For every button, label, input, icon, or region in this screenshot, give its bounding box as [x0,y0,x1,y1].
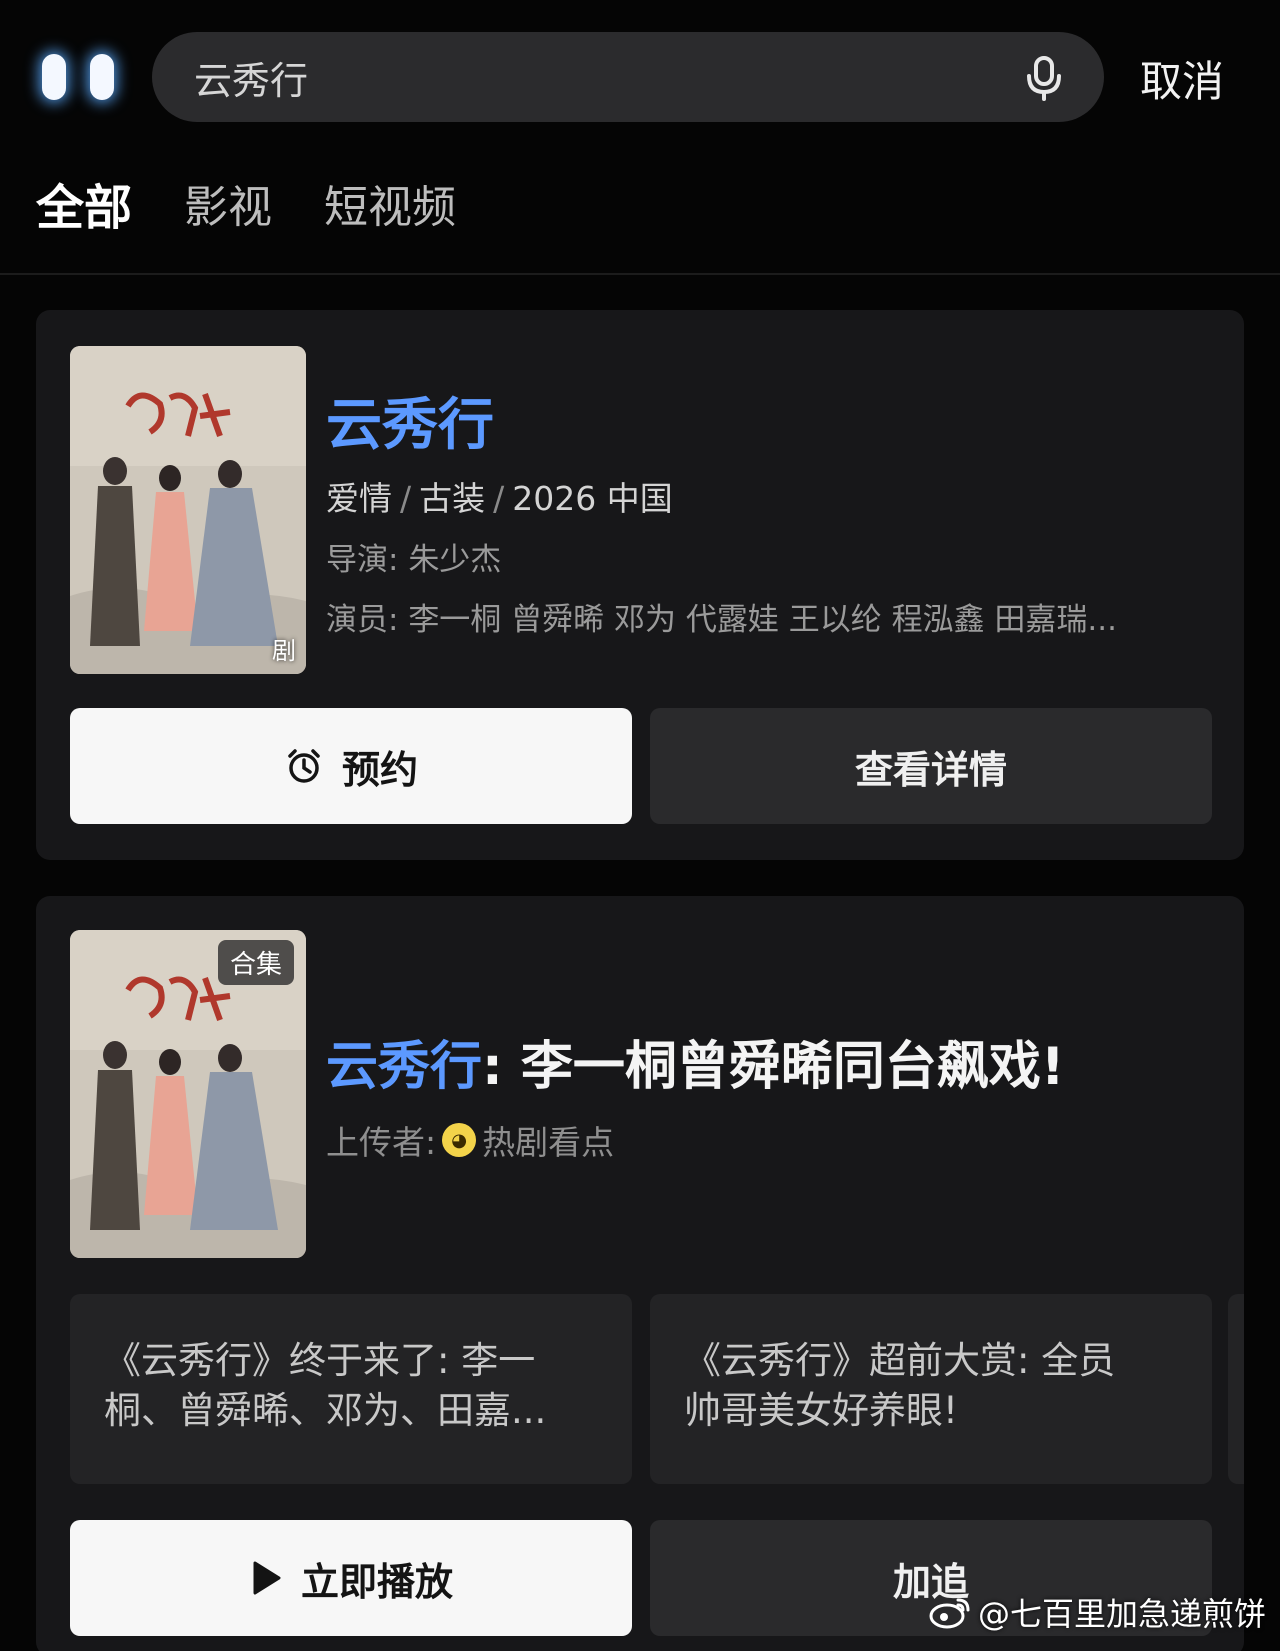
details-label: 查看详情 [854,747,1007,792]
view-details-button[interactable]: 查看详情 [650,708,1212,824]
tab-short-video[interactable]: 短视频 [324,178,456,248]
director-name: 朱少杰 [408,542,502,578]
alarm-clock-icon [284,746,324,786]
series-cast: 演员: 李一桐 曾舜晞 邓为 代露娃 王以纶 程泓鑫 田嘉瑞... [326,594,1206,639]
collection-badge: 合集 [217,940,294,985]
video-title[interactable]: 云秀行: 李一桐曾舜晞同台飙戏! [326,1024,1065,1099]
top-bar: 取消 [0,0,1280,150]
uploader-label: 上传者: [326,1123,437,1162]
app-logo[interactable] [40,54,116,100]
logo-bar-left [42,54,66,100]
clip-line: 桐、曾舜晞、邓为、田嘉... [104,1389,547,1432]
series-poster[interactable]: 剧 [70,346,306,674]
search-input[interactable] [194,32,994,122]
clip-line: 《云秀行》终于来了: 李一 [104,1339,536,1382]
tab-all[interactable]: 全部 [36,178,132,248]
play-icon [249,1560,283,1596]
video-title-highlight: 云秀行 [326,1037,483,1097]
series-title[interactable]: 云秀行 [326,380,494,461]
cast-label: 演员: [326,602,399,638]
clip-line: 帅哥美女好养眼! [684,1389,958,1432]
cancel-button[interactable]: 取消 [1140,48,1260,108]
category-tabs: 全部 影视 短视频 [36,178,508,248]
microphone-icon[interactable] [1018,52,1070,104]
watermark: @七百里加急递煎饼 [928,1589,1266,1635]
video-title-rest: : 李一桐曾舜晞同台飙戏! [482,1037,1065,1097]
play-now-button[interactable]: 立即播放 [70,1520,632,1636]
weibo-icon [928,1594,972,1630]
reserve-label: 预约 [341,747,418,792]
series-result-card[interactable]: 剧 云秀行 爱情 / 古装/2026 中国 导演: 朱少杰 演员: 李一桐 曾舜晞 … [36,310,1244,860]
series-genres: 爱情 / 古装/2026 中国 [326,472,673,520]
separator: / [400,479,412,518]
video-result-card[interactable]: 合集 云秀行: 李一桐曾舜晞同台飙戏! 上传者: ◕ 热剧看点 《云秀行》终于来… [36,896,1244,1651]
search-box[interactable] [152,32,1104,122]
uploader-avatar: ◕ [442,1123,477,1157]
director-label: 导演: [326,542,399,578]
genre-costume: 古装 [419,479,486,518]
cast-names: 李一桐 曾舜晞 邓为 代露娃 王以纶 程泓鑫 田嘉瑞... [408,602,1117,638]
clip-line: 《云秀行》超前大赏: 全员 [684,1339,1116,1382]
logo-bar-right [90,54,114,100]
tabs-divider [0,273,1280,275]
uploader-name: 热剧看点 [482,1123,615,1162]
uploader-info[interactable]: 上传者: ◕ 热剧看点 [326,1116,614,1164]
clip-item-partial[interactable] [1228,1294,1244,1484]
poster-tag-drama: 剧 [272,637,296,665]
year-region: 2026 中国 [512,479,673,518]
genre-romance: 爱情 [326,479,392,518]
separator: / [493,479,505,518]
clip-item[interactable]: 《云秀行》终于来了: 李一 桐、曾舜晞、邓为、田嘉... [70,1294,632,1484]
reserve-button[interactable]: 预约 [70,708,632,824]
series-director: 导演: 朱少杰 [326,534,501,579]
tab-film-tv[interactable]: 影视 [184,178,272,248]
video-poster[interactable]: 合集 [70,930,306,1258]
play-label: 立即播放 [300,1559,453,1604]
clip-item[interactable]: 《云秀行》超前大赏: 全员 帅哥美女好养眼! [650,1294,1212,1484]
watermark-text: @七百里加急递煎饼 [977,1595,1266,1633]
